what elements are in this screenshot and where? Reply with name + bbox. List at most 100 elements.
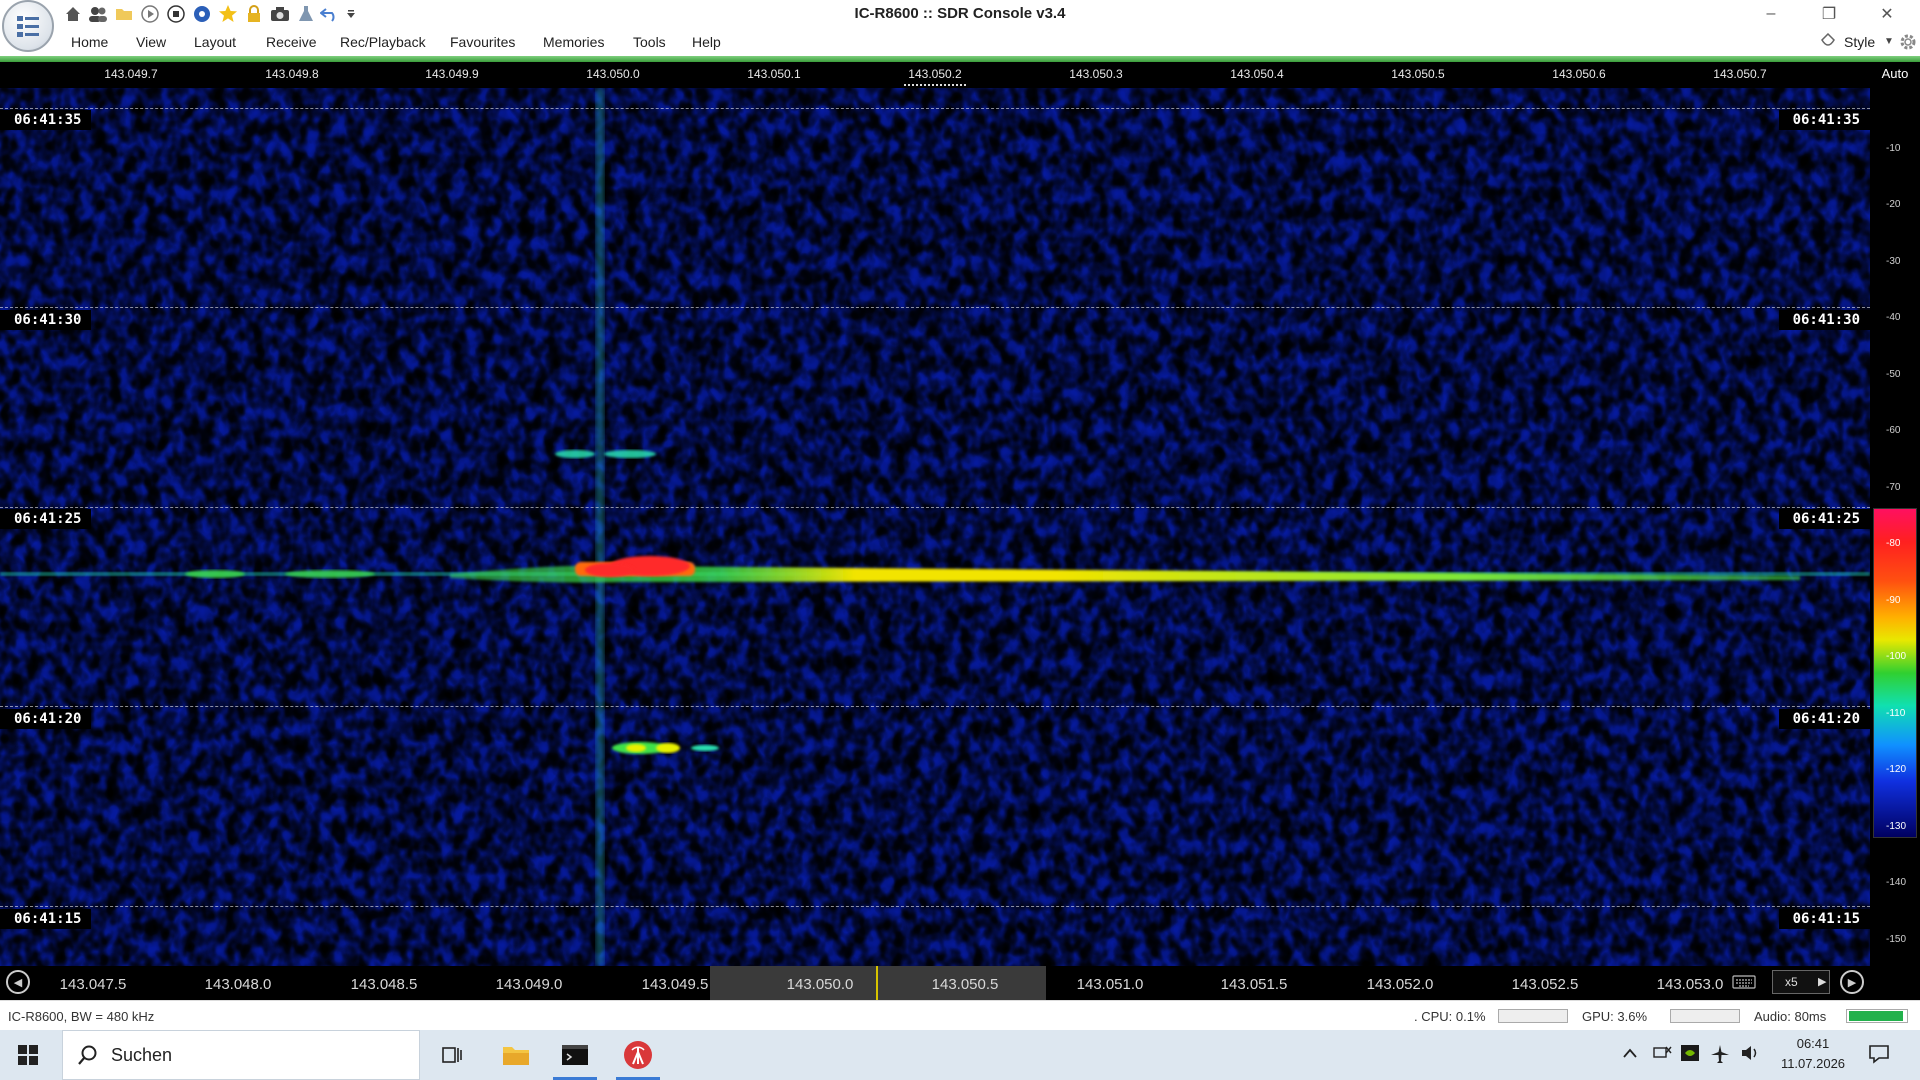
sdr-console-taskbar-icon[interactable] xyxy=(610,1030,666,1080)
waterfall-canvas xyxy=(0,88,1870,966)
app-menu-button[interactable] xyxy=(2,0,54,52)
time-gridline xyxy=(0,507,1870,508)
restore-button[interactable]: ❐ xyxy=(1800,0,1858,28)
db-tick: -130 xyxy=(1886,821,1907,832)
taskbar-clock[interactable]: 06:41 11.07.2026 xyxy=(1768,1034,1858,1074)
audio-level-fill xyxy=(1849,1011,1903,1021)
menu-view[interactable]: View xyxy=(136,34,166,50)
keyboard-icon[interactable] xyxy=(1732,974,1756,995)
style-palette-icon xyxy=(1820,32,1836,56)
menu-receive[interactable]: Receive xyxy=(266,34,317,50)
menu-layout[interactable]: Layout xyxy=(194,34,236,50)
db-tick: -20 xyxy=(1886,199,1901,210)
scroll-right-icon[interactable]: ▶ xyxy=(1840,970,1864,994)
time-label-right: 06:41:35 xyxy=(1778,110,1870,130)
windows-taskbar: Suchen 06:41 11.07.2026 xyxy=(0,1030,1920,1080)
freq-tick: 143.050.0 xyxy=(586,67,640,81)
time-gridline xyxy=(0,906,1870,907)
db-tick: -50 xyxy=(1886,369,1901,380)
frequency-ruler-top[interactable]: 143.049.7 143.049.8 143.049.9 143.050.0 … xyxy=(0,62,1870,88)
minimize-button[interactable]: – xyxy=(1742,0,1800,28)
zoom-next-icon[interactable]: ▶ xyxy=(1818,975,1826,988)
terminal-icon[interactable] xyxy=(547,1030,603,1080)
style-dropdown-icon[interactable]: ▼ xyxy=(1884,36,1894,47)
time-label-left: 06:41:30 xyxy=(0,310,92,330)
waterfall-display[interactable]: 06:41:35 06:41:30 06:41:25 06:41:20 06:4… xyxy=(0,88,1870,966)
db-tick: -150 xyxy=(1886,934,1907,945)
windows-start-icon[interactable] xyxy=(18,1045,38,1070)
tray-overflow-icon[interactable] xyxy=(1622,1046,1638,1064)
db-tick: -30 xyxy=(1886,256,1901,267)
time-label-right: 06:41:20 xyxy=(1778,709,1870,729)
freq-tick: 143.050.5 xyxy=(1391,67,1445,81)
freq-tick: 143.049.8 xyxy=(265,67,319,81)
device-status: IC-R8600, BW = 480 kHz xyxy=(8,1009,155,1024)
db-tick: -110 xyxy=(1886,708,1906,719)
gpu-meter xyxy=(1670,1009,1740,1023)
db-tick: -10 xyxy=(1886,143,1901,154)
menu-help[interactable]: Help xyxy=(692,34,721,50)
cpu-usage: . CPU: 0.1% xyxy=(1414,1009,1486,1024)
scroll-left-icon[interactable]: ◀ xyxy=(6,970,30,994)
time-label-left: 06:41:35 xyxy=(0,110,92,130)
time-gridline xyxy=(0,307,1870,308)
audio-latency: Audio: 80ms xyxy=(1754,1009,1827,1024)
taskbar-search[interactable]: Suchen xyxy=(62,1030,420,1080)
app-logo-icon xyxy=(17,16,39,37)
speaker-volume-icon[interactable] xyxy=(1740,1044,1760,1067)
cpu-meter xyxy=(1498,1009,1568,1023)
menu-rec-playback[interactable]: Rec/Playback xyxy=(340,34,426,50)
style-menu[interactable]: Style xyxy=(1844,34,1875,50)
close-button[interactable]: ✕ xyxy=(1858,0,1916,28)
db-tick: -70 xyxy=(1886,482,1901,493)
window-title: IC-R8600 :: SDR Console v3.4 xyxy=(854,5,1066,22)
menu-home[interactable]: Home xyxy=(71,34,108,50)
settings-gear-icon[interactable] xyxy=(1898,32,1918,57)
time-label-right: 06:41:30 xyxy=(1778,310,1870,330)
menu-tools[interactable]: Tools xyxy=(633,34,666,50)
db-tick: -90 xyxy=(1886,595,1901,606)
db-scale[interactable]: -10 -20 -30 -40 -50 -60 -70 -80 -90 -100… xyxy=(1870,88,1920,966)
tuning-marker xyxy=(904,84,966,86)
auto-scale-button[interactable]: Auto xyxy=(1870,62,1920,88)
freq-tick: 143.050.2 xyxy=(908,67,962,81)
db-tick: -100 xyxy=(1886,651,1907,662)
menu-favourites[interactable]: Favourites xyxy=(450,34,515,50)
time-label-left: 06:41:25 xyxy=(0,509,92,529)
audio-meter xyxy=(1846,1009,1908,1023)
airplane-mode-icon[interactable] xyxy=(1710,1044,1730,1069)
search-placeholder: Suchen xyxy=(111,1045,173,1065)
freq-tick: 143.050.4 xyxy=(1230,67,1284,81)
ribbon-menu: Home View Layout Receive Rec/Playback Fa… xyxy=(0,28,1920,56)
db-tick: -60 xyxy=(1886,425,1901,436)
time-label-right: 06:41:25 xyxy=(1778,509,1870,529)
passband-highlight[interactable] xyxy=(710,966,1046,1000)
status-bar: IC-R8600, BW = 480 kHz . CPU: 0.1% GPU: … xyxy=(0,1000,1920,1030)
title-bar: IC-R8600 :: SDR Console v3.4 – ❐ ✕ xyxy=(0,0,1920,52)
db-tick: -80 xyxy=(1886,538,1901,549)
menu-memories[interactable]: Memories xyxy=(543,34,604,50)
gpu-usage: GPU: 3.6% xyxy=(1582,1009,1648,1024)
db-tick: -40 xyxy=(1886,312,1901,323)
clock-date: 11.07.2026 xyxy=(1780,1056,1846,1071)
time-label-left: 06:41:20 xyxy=(0,709,92,729)
task-view-icon[interactable] xyxy=(424,1030,480,1080)
db-tick: -120 xyxy=(1886,764,1907,775)
tuned-frequency-marker[interactable] xyxy=(876,966,878,1000)
network-disconnected-icon[interactable] xyxy=(1652,1044,1672,1067)
freq-tick: 143.050.7 xyxy=(1713,67,1767,81)
time-label-right: 06:41:15 xyxy=(1778,909,1870,929)
time-label-left: 06:41:15 xyxy=(0,909,92,929)
color-level-bar[interactable] xyxy=(1873,508,1917,838)
freq-tick: 143.049.9 xyxy=(425,67,479,81)
freq-tick: 143.049.7 xyxy=(104,67,158,81)
freq-tick: 143.050.1 xyxy=(747,67,801,81)
search-icon xyxy=(77,1044,99,1071)
db-tick: -140 xyxy=(1886,877,1907,888)
freq-tick: 143.050.6 xyxy=(1552,67,1606,81)
nvidia-icon[interactable] xyxy=(1680,1044,1700,1067)
freq-tick: 143.050.3 xyxy=(1069,67,1123,81)
clock-time: 06:41 xyxy=(1796,1036,1830,1051)
notification-center-icon[interactable] xyxy=(1868,1044,1890,1069)
file-explorer-icon[interactable] xyxy=(488,1030,544,1080)
